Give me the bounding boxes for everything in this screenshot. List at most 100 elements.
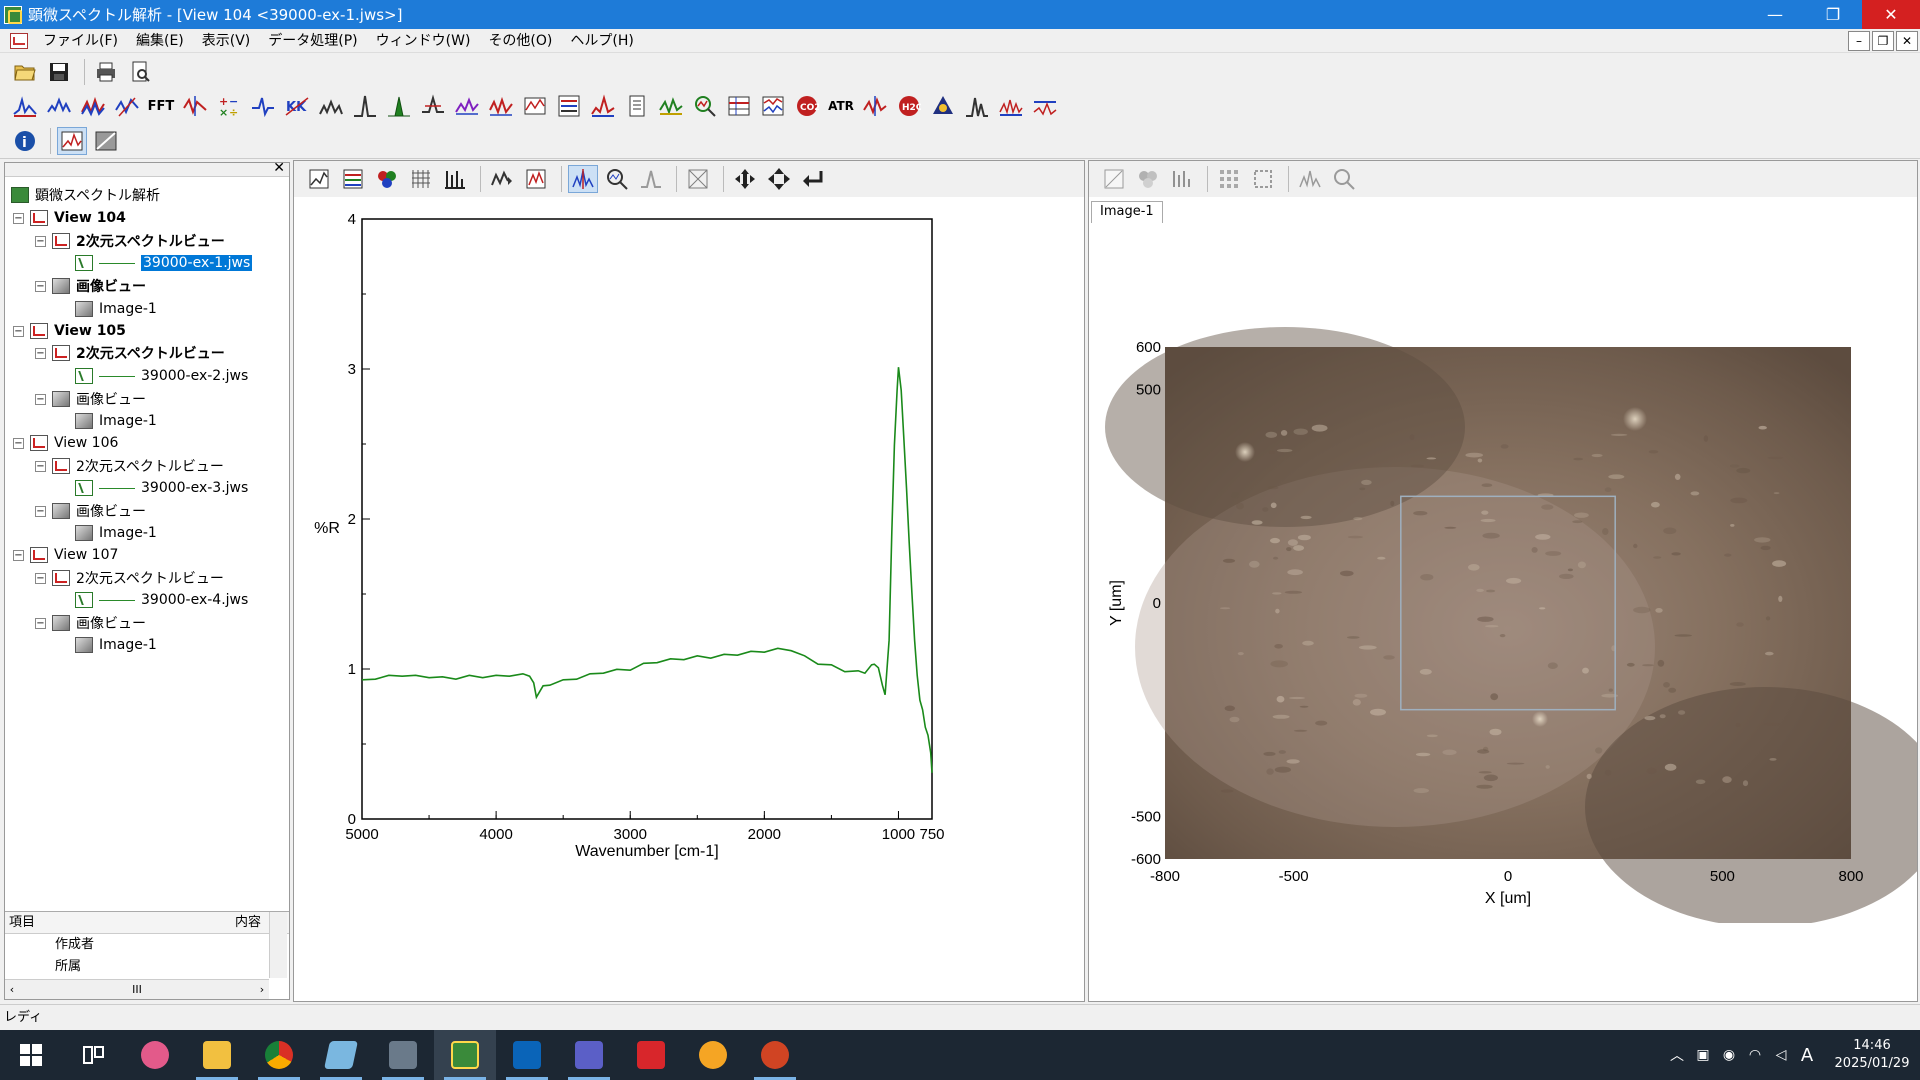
ime-indicator[interactable]: A: [1794, 1045, 1820, 1066]
powerpoint-icon[interactable]: [744, 1030, 806, 1080]
tree-image-node[interactable]: Image-1: [75, 299, 157, 319]
tree-panel-close-icon[interactable]: ✕: [273, 160, 285, 176]
start-button[interactable]: [0, 1030, 62, 1080]
image-color-icon[interactable]: [1133, 165, 1163, 193]
spectrum-normalize-icon[interactable]: [860, 92, 890, 120]
color-icon[interactable]: [372, 165, 402, 193]
tab-image-1[interactable]: Image-1: [1091, 201, 1163, 223]
image-chart[interactable]: -800 -500 0 500 800 600 500 0 -500 -600 X [um] Y …: [1089, 223, 1917, 923]
spectrum-cut-icon[interactable]: [180, 92, 210, 120]
spectrum-search-icon[interactable]: [486, 92, 516, 120]
spectrum-correct-icon[interactable]: [656, 92, 686, 120]
volume-muted-icon[interactable]: ◁: [1768, 1047, 1794, 1063]
image-overlay-icon[interactable]: [1099, 165, 1129, 193]
collapse-icon[interactable]: −: [35, 617, 46, 629]
menu-help[interactable]: ヘルプ(H): [561, 29, 642, 53]
tree-image-view-node[interactable]: − 画像ビュー: [35, 501, 146, 521]
spectrum-chart[interactable]: 5000 4000 3000 2000 1000 750 0 1 2 3 4 Wavenumber …: [294, 201, 1084, 1001]
fit-all-icon[interactable]: [683, 165, 713, 193]
spectrum-list-icon[interactable]: [554, 92, 584, 120]
collapse-icon[interactable]: −: [35, 235, 46, 247]
document-icon[interactable]: [10, 32, 28, 49]
zoom-icon[interactable]: [602, 165, 632, 193]
tree-file-node[interactable]: 39000-ex-4.jws: [75, 590, 248, 610]
tree-file-node[interactable]: 39000-ex-2.jws: [75, 366, 248, 386]
tree-spectrum-view-node[interactable]: − 2次元スペクトルビュー: [35, 456, 224, 476]
image-cursor-icon[interactable]: [1295, 165, 1325, 193]
collapse-icon[interactable]: −: [35, 393, 46, 405]
collapse-icon[interactable]: −: [35, 460, 46, 472]
image-viewer-icon[interactable]: [682, 1030, 744, 1080]
menu-file[interactable]: ファイル(F): [34, 29, 127, 53]
collapse-icon[interactable]: −: [35, 280, 46, 292]
column-header-item[interactable]: 項目: [5, 912, 155, 933]
spectrum-view-toggle-icon[interactable]: [57, 126, 87, 155]
spectrum-compare-icon[interactable]: [452, 92, 482, 120]
security-icon[interactable]: ▣: [1690, 1047, 1716, 1063]
scroll-thumb[interactable]: III: [19, 983, 255, 996]
collapse-icon[interactable]: −: [13, 325, 24, 337]
table-row[interactable]: 所属: [5, 956, 289, 978]
chrome-icon[interactable]: [248, 1030, 310, 1080]
save-disk-icon[interactable]: [44, 58, 74, 86]
tree-view-node[interactable]: − View 107: [13, 545, 118, 565]
spectrum-wave-icon[interactable]: [316, 92, 346, 120]
menu-view[interactable]: 表示(V): [193, 29, 260, 53]
multi-spectrum-icon[interactable]: [758, 92, 788, 120]
scroll-left-icon[interactable]: ‹: [5, 983, 19, 996]
vertical-scrollbar[interactable]: [269, 912, 287, 978]
close-button[interactable]: ✕: [1862, 0, 1920, 29]
overlay-icon[interactable]: [304, 165, 334, 193]
collapse-icon[interactable]: −: [13, 437, 24, 449]
scale-icon[interactable]: [487, 165, 517, 193]
menu-data-processing[interactable]: データ処理(P): [259, 29, 366, 53]
tree-spectrum-view-node[interactable]: − 2次元スペクトルビュー: [35, 343, 225, 363]
tree-image-node[interactable]: Image-1: [75, 635, 157, 655]
chevron-up-icon[interactable]: ︿: [1664, 1045, 1690, 1065]
spectrum-smooth-icon[interactable]: [44, 92, 74, 120]
spectrum-derivative-icon[interactable]: [112, 92, 142, 120]
open-folder-icon[interactable]: [10, 58, 40, 86]
peak-height-icon[interactable]: [418, 92, 448, 120]
spectrum-interpret-icon[interactable]: [928, 92, 958, 120]
spectrum-zoom-icon[interactable]: [690, 92, 720, 120]
return-icon[interactable]: [798, 165, 828, 193]
camera-app-icon[interactable]: [124, 1030, 186, 1080]
tree-image-view-node[interactable]: − 画像ビュー: [35, 389, 146, 409]
tree-file-node[interactable]: 39000-ex-1.jws: [75, 253, 253, 273]
collapse-icon[interactable]: −: [35, 572, 46, 584]
tree-view-node[interactable]: − View 104: [13, 208, 126, 228]
atr-correction-button[interactable]: ATR: [826, 92, 856, 120]
grid-icon[interactable]: [406, 165, 436, 193]
tree-spectrum-view-node[interactable]: − 2次元スペクトルビュー: [35, 231, 225, 251]
fft-button[interactable]: FFT: [146, 92, 176, 120]
peak-find-icon[interactable]: [350, 92, 380, 120]
tree-image-view-node[interactable]: − 画像ビュー: [35, 613, 146, 633]
tree-image-view-node[interactable]: − 画像ビュー: [35, 276, 146, 296]
spectrum-peak-icon[interactable]: [10, 92, 40, 120]
h2o-correction-icon[interactable]: H2O: [894, 92, 924, 120]
collapse-icon[interactable]: −: [13, 212, 24, 224]
peak-label-icon[interactable]: [440, 165, 470, 193]
mdi-restore-button[interactable]: ❐: [1872, 30, 1894, 51]
image-peak-label-icon[interactable]: [1167, 165, 1197, 193]
scroll-right-icon[interactable]: ›: [255, 983, 269, 996]
tree-spectrum-view-node[interactable]: − 2次元スペクトルビュー: [35, 568, 224, 588]
spectrum-report-icon[interactable]: [622, 92, 652, 120]
notepad-icon[interactable]: [310, 1030, 372, 1080]
spectrum-arithmetic-icon[interactable]: + − × ÷: [214, 92, 244, 120]
image-grid-icon[interactable]: [1214, 165, 1244, 193]
table-row[interactable]: 作成者: [5, 934, 289, 956]
spectrum-subtract-icon[interactable]: [1030, 92, 1060, 120]
menu-other[interactable]: その他(O): [479, 29, 561, 53]
print-preview-icon[interactable]: [125, 58, 155, 86]
autoscale-icon[interactable]: [521, 165, 551, 193]
image-zoom-icon[interactable]: [1329, 165, 1359, 193]
print-icon[interactable]: [91, 58, 121, 86]
image-view-toggle-icon[interactable]: [91, 127, 121, 155]
calibration-icon[interactable]: [520, 92, 550, 120]
menu-edit[interactable]: 編集(E): [127, 29, 193, 53]
column-header-content[interactable]: 内容: [155, 912, 265, 933]
menu-window[interactable]: ウィンドウ(W): [367, 29, 480, 53]
info-icon[interactable]: i: [10, 127, 40, 155]
